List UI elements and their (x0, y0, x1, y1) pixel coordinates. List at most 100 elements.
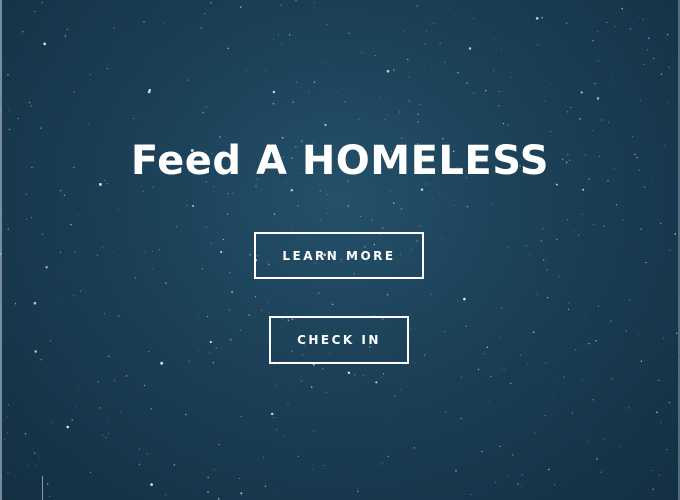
star (495, 481, 497, 483)
star (70, 223, 72, 226)
star (239, 477, 241, 479)
star (358, 118, 360, 120)
star (327, 212, 329, 214)
star (566, 111, 569, 113)
star (611, 378, 613, 380)
star (382, 463, 384, 465)
star (580, 91, 583, 94)
star (186, 204, 188, 206)
star (209, 352, 211, 354)
star (393, 202, 395, 204)
star (498, 91, 500, 92)
star (205, 106, 207, 108)
star (97, 381, 99, 383)
star (493, 39, 495, 41)
star (256, 66, 257, 67)
star (509, 382, 512, 385)
star (631, 377, 632, 379)
star (454, 13, 456, 15)
star (322, 61, 324, 63)
star (548, 468, 550, 471)
star (107, 421, 109, 423)
star (120, 410, 122, 412)
star (468, 47, 472, 50)
star (142, 190, 144, 192)
star (517, 483, 519, 485)
star (625, 330, 627, 332)
star (597, 60, 599, 62)
star (207, 491, 209, 493)
star (41, 1, 43, 4)
star (99, 407, 102, 409)
star (265, 69, 267, 71)
star (500, 336, 502, 338)
star (148, 350, 150, 352)
star (638, 334, 640, 335)
star (529, 254, 530, 256)
star (552, 395, 553, 397)
check-in-button[interactable]: CHECK IN (269, 316, 409, 364)
star (408, 76, 410, 78)
star (588, 342, 590, 345)
star (35, 465, 37, 466)
star (313, 2, 315, 4)
star (144, 251, 146, 253)
star (393, 69, 395, 72)
star (473, 92, 475, 94)
star (160, 361, 164, 365)
star (408, 100, 410, 102)
star (101, 246, 104, 248)
star (520, 486, 522, 488)
star (660, 421, 662, 424)
star (581, 380, 584, 382)
star (6, 432, 8, 434)
star (212, 362, 215, 364)
star (73, 295, 75, 297)
star (652, 488, 654, 490)
star (192, 205, 195, 207)
star (546, 269, 548, 271)
star (606, 21, 608, 24)
star (546, 296, 549, 299)
star (255, 185, 257, 187)
star (45, 266, 48, 269)
star (14, 303, 17, 305)
star (554, 484, 556, 486)
star (60, 190, 62, 192)
star (596, 31, 599, 33)
star (66, 28, 68, 30)
star (416, 5, 418, 7)
star (280, 4, 282, 6)
star (460, 418, 462, 420)
star (457, 300, 459, 302)
star (312, 469, 314, 471)
star (106, 67, 109, 70)
star (386, 69, 390, 73)
star (188, 360, 190, 362)
star (176, 226, 178, 228)
star (537, 44, 539, 46)
star (3, 438, 5, 440)
learn-more-button[interactable]: LEARN MORE (254, 232, 424, 279)
star (150, 408, 152, 410)
star (239, 329, 242, 332)
star (7, 74, 9, 76)
star (596, 458, 598, 460)
star (443, 331, 446, 333)
star (603, 225, 605, 228)
star (573, 230, 575, 232)
star (569, 107, 571, 108)
star (476, 42, 478, 44)
star (273, 38, 275, 40)
star (290, 188, 294, 192)
star (439, 42, 441, 44)
star (380, 376, 382, 378)
star (326, 194, 328, 196)
star (27, 464, 29, 466)
star (666, 33, 669, 36)
star (33, 301, 37, 305)
star (567, 219, 569, 221)
star (642, 18, 644, 20)
star (601, 119, 603, 121)
star (666, 448, 668, 450)
